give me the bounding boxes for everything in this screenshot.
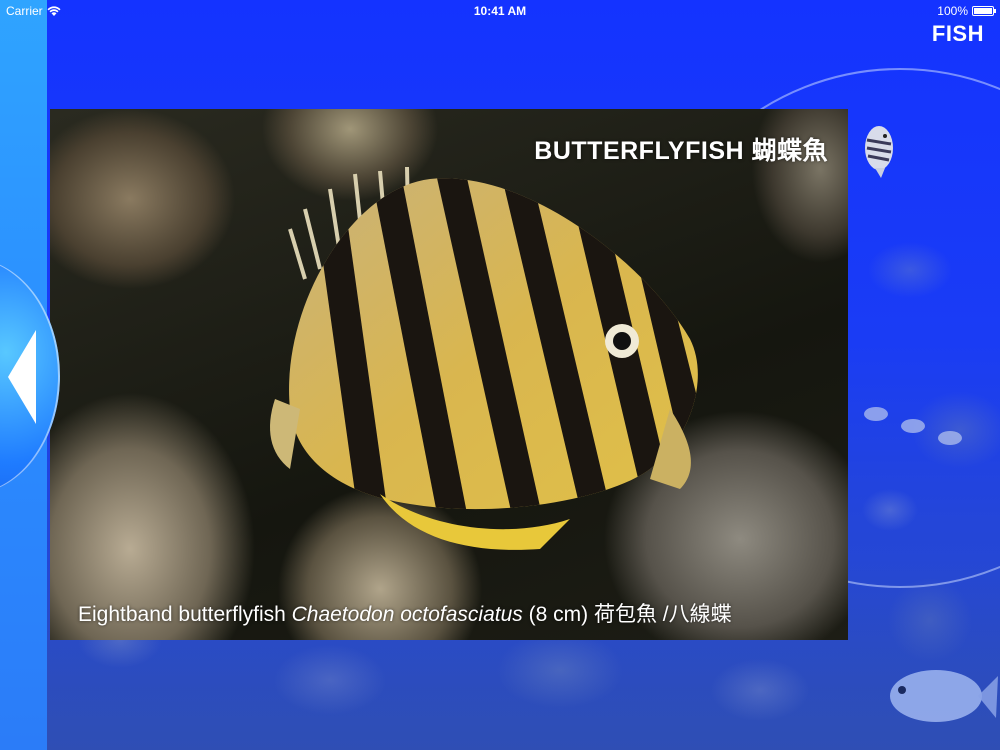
status-bar: Carrier 10:41 AM 100% [0,0,1000,22]
caption-size-chinese: (8 cm) 荷包魚 /八線蝶 [528,603,732,626]
battery-group: 100% [937,4,996,18]
page-title: FISH [931,21,984,46]
caption-common-name: Eightband butterflyfish [78,603,286,626]
photo-title: BUTTERFLYFISH 蝴蝶魚 [534,137,828,165]
fish-photo: BUTTERFLYFISH 蝴蝶魚 Eightband butterflyfis… [50,109,848,640]
striped-fish-decoration [865,126,893,178]
caption-scientific-name: Chaetodon octofasciatus [291,603,523,626]
battery-fill [974,8,992,14]
screen: Carrier 10:41 AM 100% FISH BUTTERFLYFISH… [0,0,1000,750]
battery-icon [972,6,996,16]
battery-percent: 100% [937,4,968,18]
clock: 10:41 AM [473,4,527,18]
butterflyfish-image [270,166,698,550]
photo-caption: Eightband butterflyfish Chaetodon octofa… [78,598,732,628]
damselfish-decoration [890,670,998,722]
chevron-left-icon [8,330,36,424]
small-fish-decoration [864,407,962,445]
